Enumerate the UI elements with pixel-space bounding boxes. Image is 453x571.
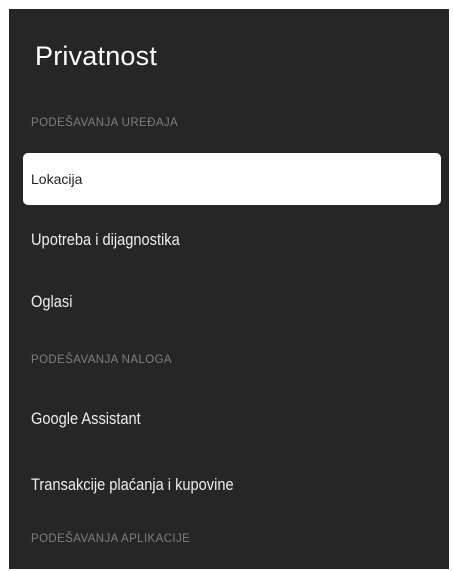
menu-item-usage-diagnostics[interactable]: Upotreba i dijagnostika bbox=[23, 214, 441, 266]
menu-item-ads-label: Oglasi bbox=[31, 292, 73, 311]
section-header-apps: PODEŠAVANJA APLIKACIJE bbox=[31, 533, 191, 545]
menu-item-payments-label: Transakcije plaćanja i kupovine bbox=[31, 475, 234, 494]
menu-item-google-assistant[interactable]: Google Assistant bbox=[23, 393, 441, 445]
menu-item-payments[interactable]: Transakcije plaćanja i kupovine bbox=[23, 459, 441, 511]
menu-item-google-assistant-label: Google Assistant bbox=[31, 409, 141, 428]
menu-item-ads[interactable]: Oglasi bbox=[23, 276, 441, 328]
settings-panel: Privatnost PODEŠAVANJA UREĐAJA Lokacija … bbox=[9, 9, 449, 569]
menu-item-location[interactable]: Lokacija bbox=[23, 153, 441, 205]
section-header-device: PODEŠAVANJA UREĐAJA bbox=[31, 117, 179, 129]
menu-item-location-label: Lokacija bbox=[31, 171, 83, 187]
page-title: Privatnost bbox=[35, 41, 158, 71]
menu-item-usage-diagnostics-label: Upotreba i dijagnostika bbox=[31, 230, 180, 249]
section-header-account: PODEŠAVANJA NALOGA bbox=[31, 354, 172, 366]
